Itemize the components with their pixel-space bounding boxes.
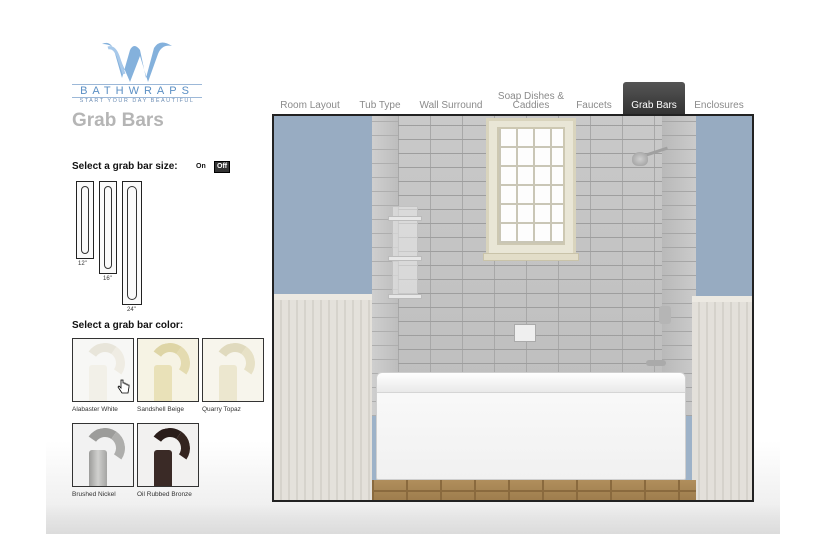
faucet-handle [659, 306, 671, 324]
size-option-16[interactable] [99, 181, 117, 274]
tab-label: Soap Dishes & Caddies [497, 91, 565, 111]
floor-tiles [372, 480, 696, 500]
wainscot-right [692, 296, 752, 500]
grab-bar-image [89, 450, 107, 486]
app-frame: BATHWRAPS START YOUR DAY BEAUTIFUL Grab … [46, 18, 780, 534]
wainscot-left [274, 294, 372, 500]
grab-bar-image [89, 365, 107, 401]
tub-rim [377, 373, 685, 393]
size-caption: 12" [78, 261, 87, 267]
brand-tagline: START YOUR DAY BEAUTIFUL [79, 98, 195, 104]
grab-bar-image [154, 365, 172, 401]
grab-bar-image [219, 365, 237, 401]
tab-room-layout[interactable]: Room Layout [274, 80, 346, 114]
bottom-shade [46, 504, 780, 534]
tab-faucets[interactable]: Faucets [572, 80, 616, 114]
tab-enclosures[interactable]: Enclosures [688, 80, 750, 114]
bathtub [376, 372, 686, 480]
tab-wall-surround[interactable]: Wall Surround [414, 80, 488, 114]
grab-bar-icon [81, 186, 89, 254]
tab-tub-type[interactable]: Tub Type [354, 80, 406, 114]
tub-spout [646, 360, 666, 366]
swatch-caption: Oil Rubbed Bronze [137, 491, 192, 498]
toggle-on[interactable]: On [196, 163, 206, 170]
window-glass [497, 127, 565, 245]
tab-grab-bars[interactable]: Grab Bars [623, 82, 685, 114]
tile-side-right [662, 116, 696, 416]
size-option-24[interactable] [122, 181, 142, 305]
caddy-shelf [388, 294, 422, 299]
toggle-off[interactable]: Off [214, 161, 231, 173]
color-selector-label: Select a grab bar color: [72, 320, 184, 331]
size-caption: 16" [103, 276, 112, 282]
size-selector-label: Select a grab bar size: [72, 161, 178, 172]
grab-bar-icon [127, 186, 137, 300]
caddy-shelf [388, 216, 422, 221]
wall-left [274, 116, 372, 294]
window [483, 118, 579, 261]
swatch-caption: Brushed Nickel [72, 491, 116, 498]
bathwraps-logo[interactable]: BATHWRAPS START YOUR DAY BEAUTIFUL [72, 40, 202, 110]
swatch-caption: Alabaster White [72, 406, 118, 413]
bathroom-preview[interactable] [272, 114, 754, 502]
showerhead-icon [632, 152, 648, 166]
cursor-hand-icon [117, 379, 130, 394]
color-swatch-oil-rubbed-bronze[interactable] [137, 423, 199, 487]
color-swatch-alabaster-white[interactable] [72, 338, 134, 402]
color-swatch-brushed-nickel[interactable] [72, 423, 134, 487]
size-option-12[interactable] [76, 181, 94, 259]
color-swatch-quarry-topaz[interactable] [202, 338, 264, 402]
grab-bar-image [154, 450, 172, 486]
window-sill [483, 253, 579, 261]
caddy-shelf [388, 256, 422, 261]
grab-bar-icon [104, 186, 112, 269]
swatch-caption: Sandshell Beige [137, 406, 184, 413]
soap-dish [514, 324, 536, 342]
brand-name: BATHWRAPS [72, 84, 202, 98]
wave-logo-icon [102, 42, 172, 82]
page-title: Grab Bars [72, 110, 164, 131]
size-caption: 24" [127, 307, 136, 313]
tab-soap-dishes[interactable]: Soap Dishes & Caddies [496, 80, 566, 114]
wall-right [692, 116, 752, 296]
swatch-caption: Quarry Topaz [202, 406, 241, 413]
color-swatch-sandshell-beige[interactable] [137, 338, 199, 402]
